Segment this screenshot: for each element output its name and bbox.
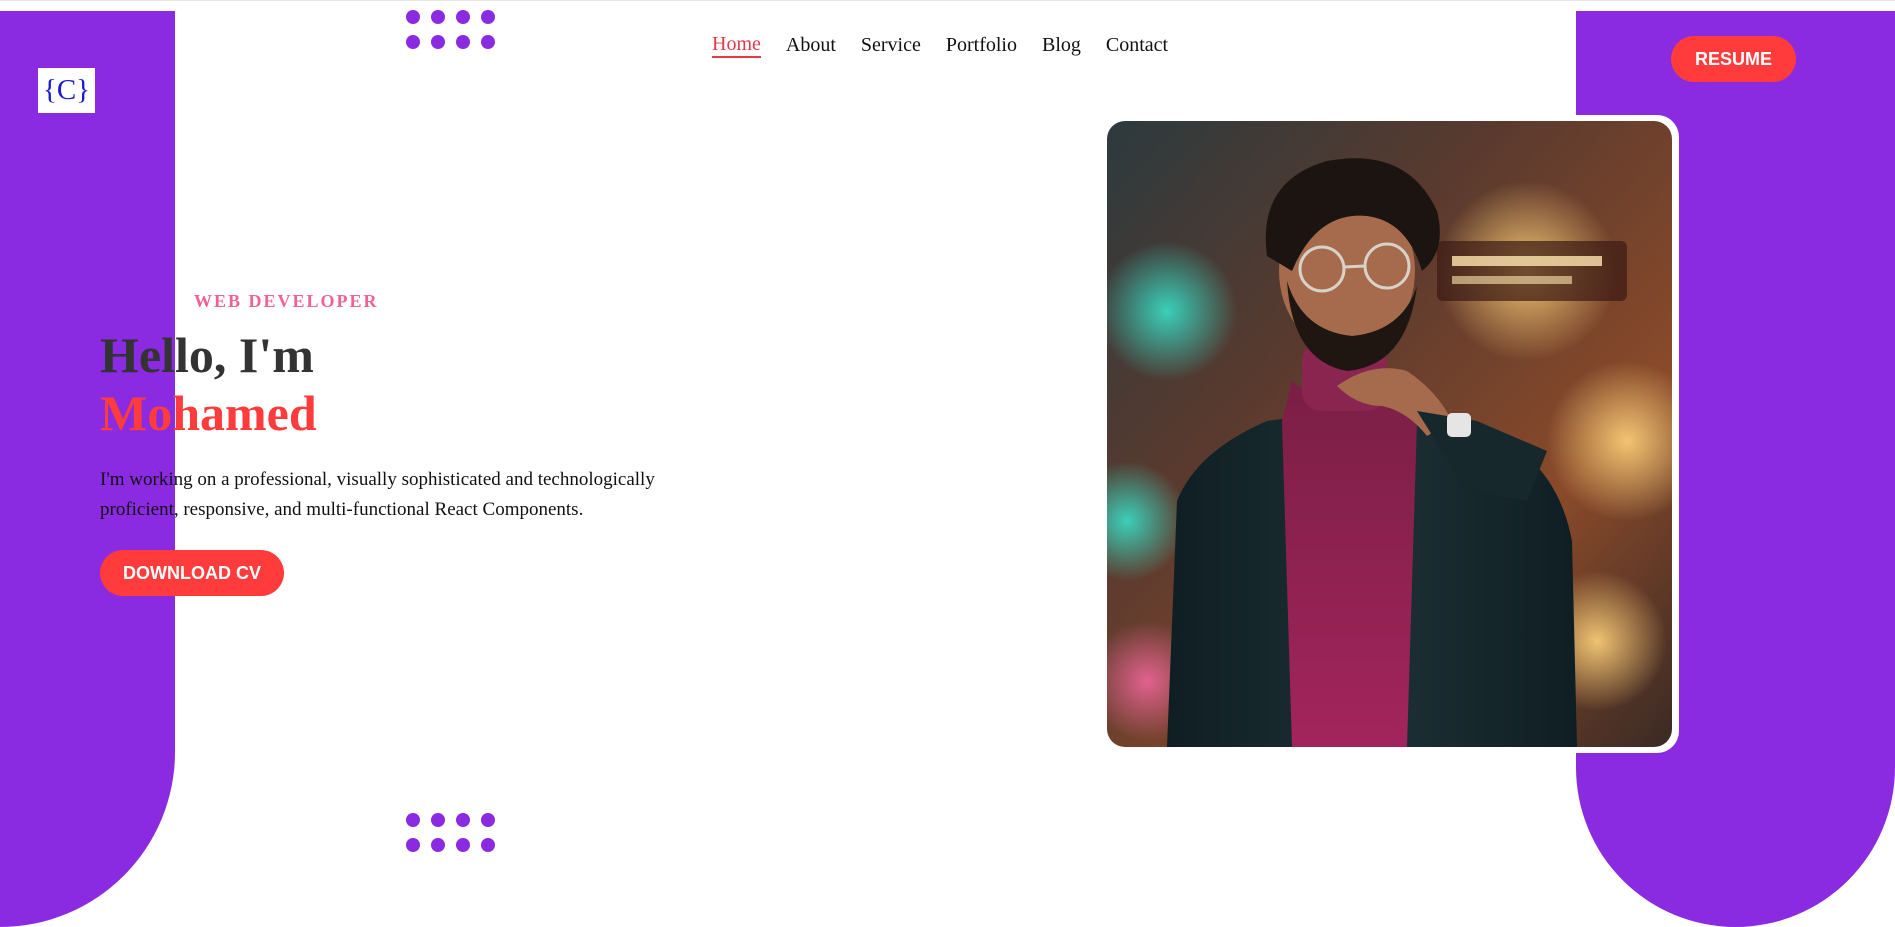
portfolio-page: {C} Home About Service Portfolio Blog Co… bbox=[0, 0, 1895, 927]
nav-home[interactable]: Home bbox=[712, 32, 761, 58]
download-cv-button[interactable]: DOWNLOAD CV bbox=[100, 550, 284, 596]
resume-button[interactable]: RESUME bbox=[1671, 36, 1796, 82]
hero-description: I'm working on a professional, visually … bbox=[100, 469, 655, 520]
nav-blog[interactable]: Blog bbox=[1042, 33, 1081, 57]
decorative-dots-top bbox=[406, 10, 495, 54]
main-nav: Home About Service Portfolio Blog Contac… bbox=[712, 30, 1168, 60]
logo-text: {C} bbox=[42, 74, 91, 106]
nav-service[interactable]: Service bbox=[861, 33, 921, 57]
site-logo[interactable]: {C} bbox=[38, 68, 95, 113]
decorative-dots-bottom bbox=[406, 813, 495, 857]
nav-contact[interactable]: Contact bbox=[1106, 33, 1168, 57]
nav-portfolio[interactable]: Portfolio bbox=[946, 33, 1017, 57]
nav-about[interactable]: About bbox=[786, 33, 836, 57]
hero-name: Mohamed bbox=[100, 385, 317, 441]
portrait-photo bbox=[1107, 121, 1672, 747]
top-divider bbox=[0, 0, 1895, 1]
hero-role: WEB DEVELOPER bbox=[194, 291, 379, 311]
hero-greeting: Hello, I'm bbox=[100, 327, 314, 383]
